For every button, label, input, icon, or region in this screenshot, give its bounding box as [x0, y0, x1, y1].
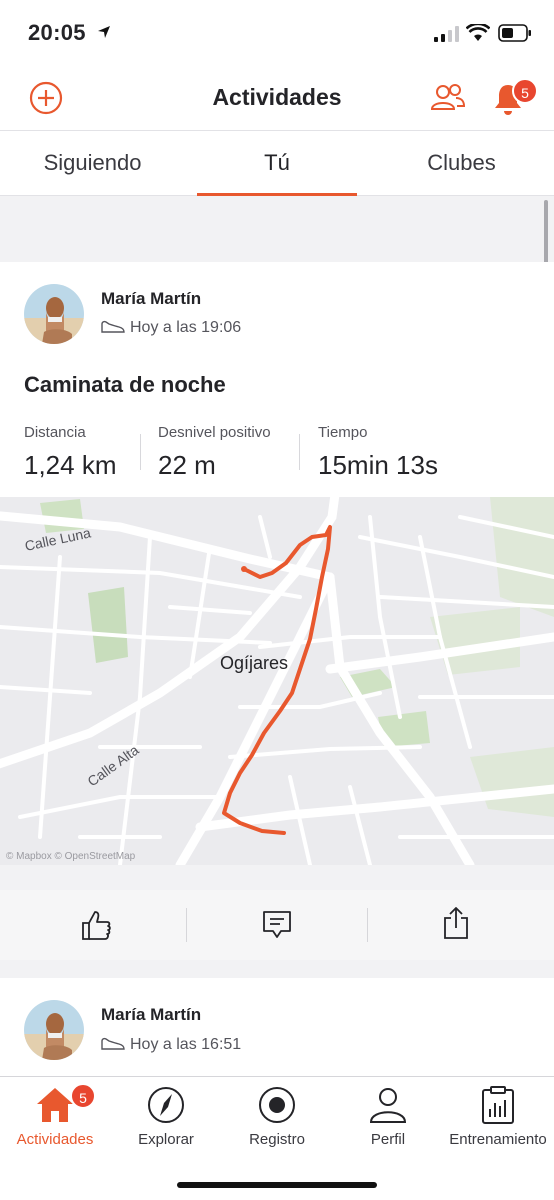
nav-label: Registro	[249, 1131, 305, 1148]
kudos-icon[interactable]	[80, 908, 112, 942]
avatar[interactable]	[24, 1000, 84, 1060]
page-title: Actividades	[212, 84, 342, 110]
athlete-name[interactable]: María Martín	[101, 1005, 201, 1025]
comment-icon[interactable]	[262, 910, 292, 940]
action-divider	[186, 908, 187, 942]
share-icon[interactable]	[443, 906, 469, 940]
nav-explorar[interactable]: Explorar	[111, 1077, 221, 1157]
athlete-name[interactable]: María Martín	[101, 289, 201, 309]
activity-card[interactable]: María Martín Hoy a las 16:51	[0, 978, 554, 1076]
action-divider	[367, 908, 368, 942]
stat-value-elevation: 22 m	[158, 450, 216, 480]
cellular-signal-icon	[434, 26, 459, 42]
find-friends-icon[interactable]	[430, 83, 466, 113]
notifications-badge: 5	[512, 78, 538, 104]
map-place-label: Ogíjares	[220, 653, 288, 673]
home-icon	[37, 1088, 73, 1122]
activity-action-bar	[0, 890, 554, 960]
app-header: Actividades 5	[0, 66, 554, 130]
battery-icon	[498, 24, 531, 42]
nav-label: Entrenamiento	[449, 1131, 547, 1148]
nav-label: Explorar	[138, 1131, 194, 1148]
activity-time: Hoy a las 19:06	[130, 319, 242, 336]
profile-icon	[369, 1088, 407, 1123]
activity-time: Hoy a las 16:51	[130, 1036, 242, 1053]
stat-label-distance: Distancia	[24, 424, 86, 441]
activity-card[interactable]: María Martín Hoy a las 19:06 Caminata de…	[0, 262, 554, 865]
stat-divider	[140, 434, 141, 470]
walk-shoe-icon	[101, 1037, 125, 1050]
wifi-icon	[466, 24, 490, 41]
stat-divider	[299, 434, 300, 470]
scroll-indicator[interactable]	[544, 200, 548, 268]
stat-label-elevation: Desnivel positivo	[158, 424, 271, 441]
avatar[interactable]	[24, 284, 84, 344]
stat-value-time: 15min 13s	[318, 450, 438, 480]
compass-icon	[148, 1087, 184, 1123]
nav-entrenamiento[interactable]: Entrenamiento	[443, 1077, 553, 1157]
walk-shoe-icon	[101, 320, 125, 333]
map-attribution: © Mapbox © OpenStreetMap	[6, 851, 136, 862]
nav-label: Actividades	[16, 1131, 94, 1148]
status-bar: 20:05	[0, 0, 554, 66]
activity-title[interactable]: Caminata de noche	[24, 372, 226, 398]
stat-label-time: Tiempo	[318, 424, 368, 441]
home-indicator[interactable]	[177, 1182, 377, 1188]
location-arrow-icon	[98, 26, 110, 38]
nav-label: Perfil	[370, 1131, 406, 1148]
record-icon	[259, 1087, 295, 1123]
tab-tu[interactable]: Tú	[185, 131, 369, 197]
nav-actividades[interactable]: 5 Actividades	[0, 1077, 110, 1157]
tab-clubes[interactable]: Clubes	[369, 131, 554, 197]
stat-value-distance: 1,24 km	[24, 450, 117, 480]
feed-tabs: Siguiendo Tú Clubes	[0, 130, 554, 196]
status-time: 20:05	[28, 20, 86, 45]
route-map[interactable]: Ogíjares Calle Luna Calle Alta © Mapbox …	[0, 497, 554, 865]
nav-registro[interactable]: Registro	[222, 1077, 332, 1157]
route-start-marker	[241, 566, 247, 572]
nav-perfil[interactable]: Perfil	[333, 1077, 443, 1157]
training-icon	[482, 1086, 514, 1124]
nav-badge: 5	[70, 1083, 96, 1109]
active-tab-indicator	[197, 193, 357, 196]
tab-siguiendo[interactable]: Siguiendo	[0, 131, 185, 197]
